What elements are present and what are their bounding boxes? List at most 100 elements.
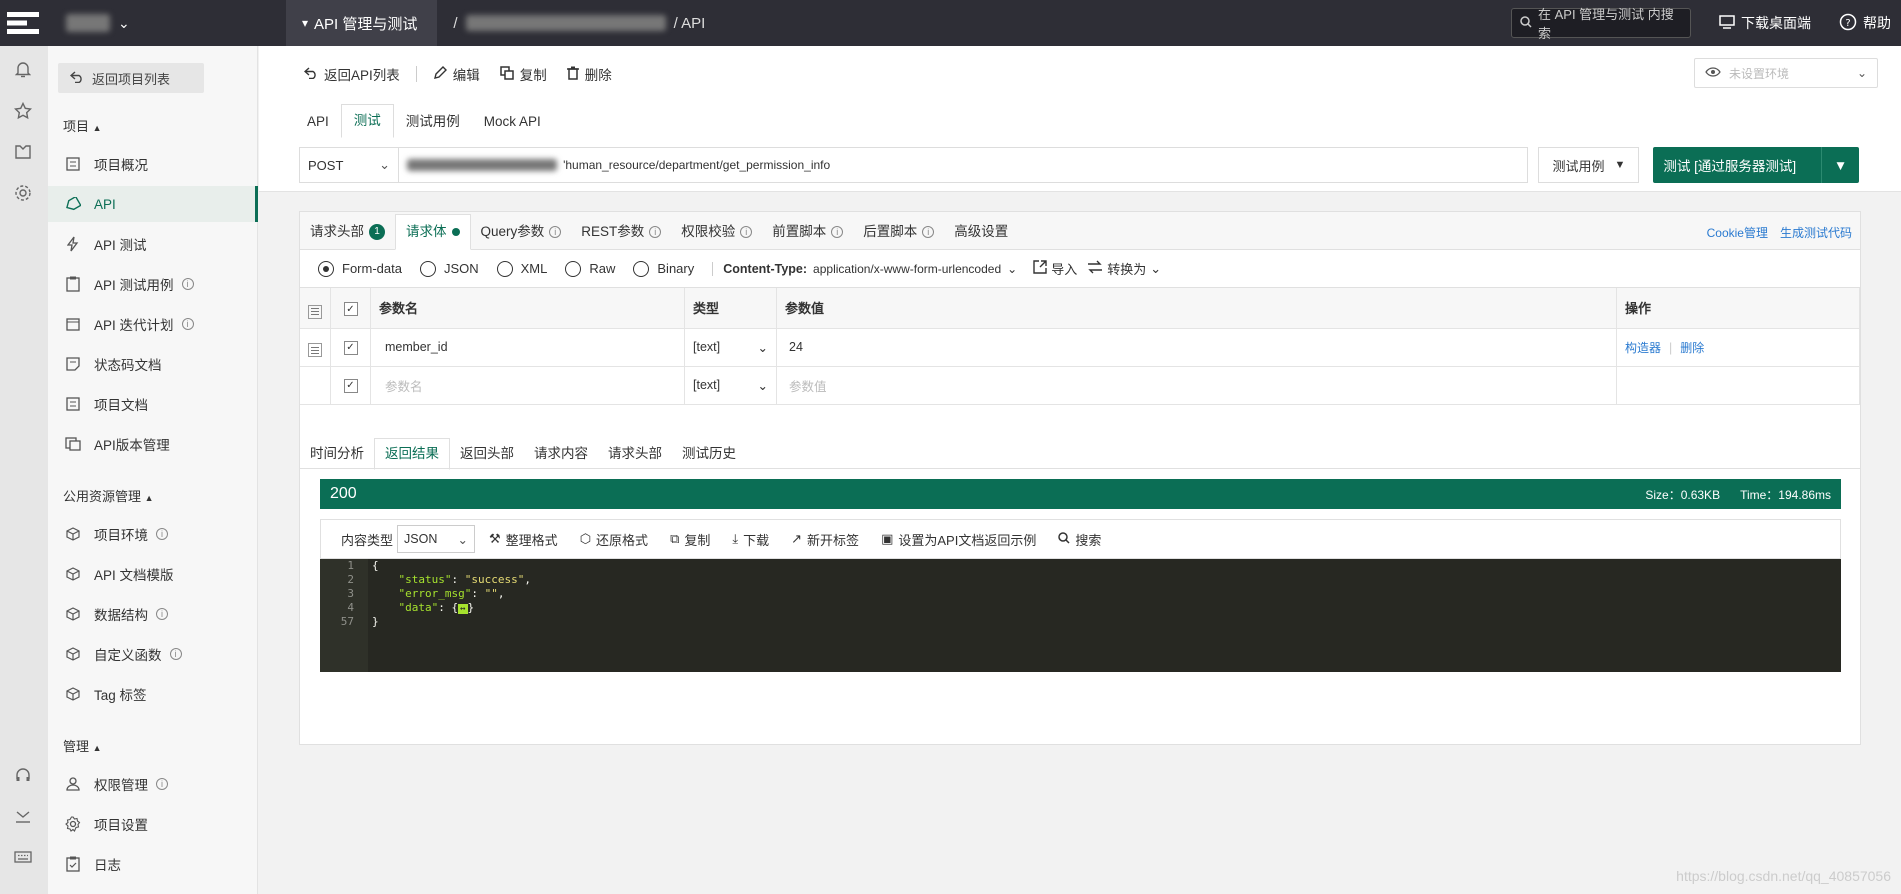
download-response-button[interactable]: ⤓ 下载 [732, 530, 769, 549]
builder-link[interactable]: 构造器 [1625, 341, 1661, 355]
info-icon[interactable]: i [169, 648, 182, 660]
section-manage-toggle[interactable]: 管理 ▲ [63, 736, 102, 755]
row-checkbox[interactable]: ✓ [343, 378, 358, 393]
sidebar-item-project-settings[interactable]: 项目设置 [48, 806, 258, 842]
radio-form-data[interactable]: Form-data [318, 260, 402, 277]
cookie-manager-link[interactable]: Cookie管理 [1707, 224, 1768, 241]
sidebar-item-custom-functions[interactable]: 自定义函数 i [48, 636, 258, 672]
convert-dropdown[interactable]: 转换为 ⌄ [1087, 259, 1161, 278]
workspace-switcher[interactable]: ⌄ [46, 0, 286, 46]
select-all-checkbox[interactable]: ✓ [343, 302, 358, 316]
info-icon[interactable]: i [156, 778, 168, 790]
tab-post-script[interactable]: 后置脚本 i [853, 215, 944, 249]
info-icon[interactable]: i [181, 318, 194, 330]
copy-response-button[interactable]: ⧉ 复制 [670, 530, 710, 549]
download-desktop-button[interactable]: 下载桌面端 [1719, 13, 1811, 33]
shirt-icon[interactable] [12, 141, 34, 163]
search-response-button[interactable]: 搜索 [1058, 530, 1101, 549]
help-button[interactable]: ? 帮助 [1839, 13, 1891, 34]
caret-down-icon[interactable]: ▼ [1821, 147, 1859, 183]
sidebar-item-api-test[interactable]: API 测试 [48, 226, 258, 262]
tab-request-content[interactable]: 请求内容 [524, 439, 598, 469]
back-to-api-list-button[interactable]: 返回API列表 [303, 64, 410, 84]
environment-select[interactable]: 未设置环境 ⌄ [1694, 58, 1878, 88]
format-button[interactable]: ⚒ 整理格式 [489, 530, 558, 549]
sidebar-item-environments[interactable]: 项目环境 i [48, 516, 258, 552]
sidebar-item-permissions[interactable]: 权限管理 i [48, 766, 258, 802]
keyboard-icon[interactable] [12, 846, 34, 868]
sidebar-item-overview[interactable]: 项目概况 [48, 146, 258, 182]
open-new-tab-button[interactable]: ↗ 新开标签 [791, 530, 859, 549]
tab-test-cases[interactable]: 测试用例 [394, 106, 472, 138]
tab-advanced[interactable]: 高级设置 [944, 215, 1018, 249]
tab-mock-api[interactable]: Mock API [472, 106, 553, 138]
bell-icon[interactable] [12, 58, 34, 80]
logo-icon[interactable] [0, 0, 46, 46]
download-icon[interactable] [12, 806, 34, 828]
project-switcher[interactable]: ▾ API 管理与测试 [286, 0, 438, 46]
new-param-value-input[interactable]: 参数值 [776, 366, 1617, 405]
radio-binary[interactable]: Binary [633, 260, 694, 277]
tab-test-history[interactable]: 测试历史 [672, 439, 746, 469]
settings-icon[interactable] [12, 182, 34, 204]
tab-time-analysis[interactable]: 时间分析 [300, 439, 374, 469]
new-param-name-input[interactable]: 参数名 [370, 366, 685, 405]
copy-button[interactable]: 复制 [490, 64, 557, 84]
tab-query-params[interactable]: Query参数 i [471, 215, 572, 249]
tab-test[interactable]: 测试 [340, 104, 394, 138]
radio-raw[interactable]: Raw [565, 260, 615, 277]
param-type-select[interactable]: [text] ⌄ [684, 328, 777, 367]
section-project-toggle[interactable]: 项目 ▲ [63, 116, 102, 135]
fold-widget-icon[interactable]: ↔ [458, 604, 468, 614]
info-icon[interactable]: i [156, 608, 168, 620]
info-icon[interactable]: i [156, 528, 168, 540]
tab-request-headers[interactable]: 请求头部 1 [300, 215, 395, 249]
param-value-input[interactable]: 24 [776, 328, 1617, 367]
global-search[interactable]: 在 API 管理与测试 内搜索 [1511, 7, 1691, 41]
tab-rest-params[interactable]: REST参数 i [571, 215, 671, 249]
delete-row-link[interactable]: 删除 [1680, 341, 1704, 355]
sidebar-item-project-docs[interactable]: 项目文档 [48, 386, 258, 422]
import-button[interactable]: 导入 [1033, 259, 1077, 278]
section-public-toggle[interactable]: 公用资源管理 ▲ [63, 486, 154, 505]
headset-icon[interactable] [12, 764, 34, 786]
sidebar-item-status-codes[interactable]: 状态码文档 [48, 346, 258, 382]
radio-xml[interactable]: XML [496, 260, 547, 277]
tab-response-body[interactable]: 返回结果 [374, 438, 450, 470]
response-content-type-select[interactable]: JSON ⌄ [397, 525, 476, 553]
sidebar-item-data-structures[interactable]: 数据结构 i [48, 596, 258, 632]
sidebar-item-logs[interactable]: 日志 [48, 846, 258, 882]
test-case-dropdown[interactable]: 测试用例 ▼ [1538, 147, 1640, 183]
edit-button[interactable]: 编辑 [423, 64, 490, 84]
tab-api[interactable]: API [295, 106, 341, 138]
generate-code-link[interactable]: 生成测试代码 [1780, 224, 1852, 241]
star-icon[interactable] [12, 100, 34, 122]
tab-response-headers[interactable]: 返回头部 [450, 439, 524, 469]
tab-request-body[interactable]: 请求体 [395, 214, 471, 250]
method-select[interactable]: POST ⌄ [299, 147, 400, 183]
delete-button[interactable]: 删除 [557, 64, 622, 84]
param-type-select[interactable]: [text] ⌄ [684, 366, 777, 405]
tab-request-headers-res[interactable]: 请求头部 [598, 439, 672, 469]
sidebar-item-tags[interactable]: Tag 标签 [48, 676, 258, 712]
row-checkbox[interactable]: ✓ [343, 340, 358, 355]
sidebar-item-doc-templates[interactable]: API 文档模版 [48, 556, 258, 592]
tab-pre-script[interactable]: 前置脚本 i [762, 215, 853, 249]
sidebar-item-api-plan[interactable]: API 迭代计划 i [48, 306, 258, 342]
restore-format-button[interactable]: ⬡ 还原格式 [580, 530, 648, 549]
menu-icon[interactable] [308, 304, 322, 319]
sidebar-item-api[interactable]: API [48, 186, 258, 222]
back-to-projects-button[interactable]: 返回项目列表 [58, 63, 204, 93]
set-as-example-button[interactable]: ▣ 设置为API文档返回示例 [881, 530, 1036, 549]
send-test-button[interactable]: 测试 [通过服务器测试] ▼ [1653, 147, 1859, 183]
drag-handle-icon[interactable] [308, 343, 322, 358]
tab-auth[interactable]: 权限校验 i [671, 215, 762, 249]
sidebar-item-versions[interactable]: API版本管理 [48, 426, 258, 462]
url-input[interactable]: 'human_resource/department/get_permissio… [399, 147, 1529, 183]
content-type-select[interactable]: Content-Type: application/x-www-form-url… [712, 261, 1017, 276]
param-name-input[interactable]: member_id [370, 328, 685, 367]
radio-json[interactable]: JSON [419, 260, 479, 277]
response-code-editor[interactable]: 1 2 3 4 57 { "status": "success", "error… [320, 559, 1841, 672]
info-icon[interactable]: i [181, 278, 194, 290]
sidebar-item-api-cases[interactable]: API 测试用例 i [48, 266, 258, 302]
